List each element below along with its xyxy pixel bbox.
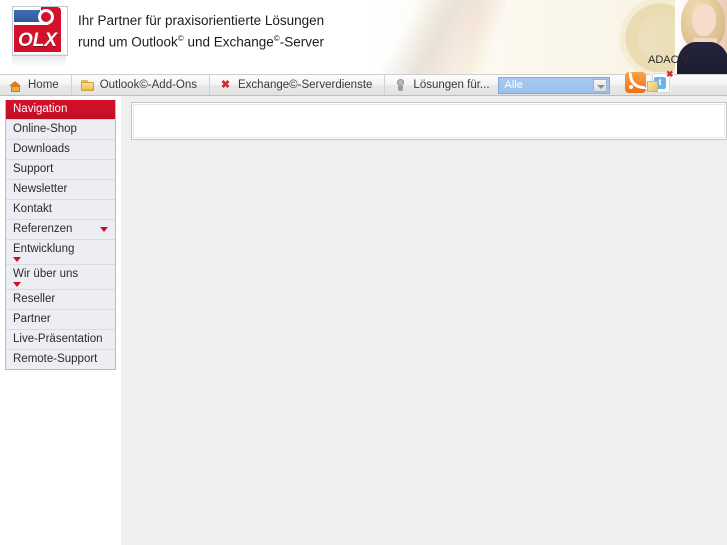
tab-outlook-addons[interactable]: Outlook©-Add-Ons	[72, 75, 211, 95]
share-cube-icon	[647, 81, 658, 92]
sidebar-item-label: Downloads	[13, 143, 70, 155]
site-header: OLX Ihr Partner für praxisorientierte Lö…	[0, 0, 727, 74]
filter-select-wrapper: Alle	[496, 75, 610, 95]
sidebar-item-label: Partner	[13, 313, 51, 325]
page-body: Navigation Online-Shop Downloads Support…	[0, 96, 727, 545]
tagline-line-1: Ihr Partner für praxisorientierte Lösung…	[78, 13, 325, 28]
sidebar-item-entwicklung[interactable]: Entwicklung	[6, 239, 115, 264]
chevron-down-icon[interactable]	[13, 282, 21, 287]
sidebar-item-label: Entwicklung	[13, 243, 75, 255]
sidebar-navigation: Navigation Online-Shop Downloads Support…	[5, 100, 116, 370]
sidebar-item-remote-support[interactable]: Remote-Support	[6, 349, 115, 369]
wrench-icon	[38, 9, 54, 25]
logo-blue-bar	[14, 10, 40, 22]
olx-logo[interactable]: OLX	[8, 4, 70, 67]
exchange-mark-icon: ✖	[666, 69, 674, 79]
sidebar-item-label: Newsletter	[13, 183, 68, 195]
filter-select[interactable]: Alle	[497, 76, 610, 94]
chevron-down-icon[interactable]	[592, 78, 607, 92]
filter-select-value: Alle	[504, 79, 523, 91]
tab-home[interactable]: Home	[0, 75, 72, 95]
twitter-icon[interactable]: t ✖	[647, 70, 674, 93]
sidebar-item-newsletter[interactable]: Newsletter	[6, 179, 115, 199]
tagline-line-2-a: rund um Outlook	[78, 34, 178, 50]
logo-wordmark: OLX	[17, 30, 58, 51]
tab-outlook-addons-label: Outlook©-Add-Ons	[99, 79, 198, 91]
sidebar-item-label: Support	[13, 163, 54, 175]
tagline-line-2: rund um Outlook© und Exchange©-Server	[78, 30, 438, 52]
home-icon	[9, 79, 22, 92]
tab-exchange-serverdienste[interactable]: Exchange©-Serverdienste	[210, 75, 386, 95]
folder-icon	[80, 79, 94, 92]
sidebar-item-online-shop[interactable]: Online-Shop	[6, 119, 115, 139]
logo-reflection	[12, 54, 66, 67]
social-links: t ✖	[625, 70, 674, 93]
chevron-down-icon[interactable]	[13, 257, 21, 262]
sidebar-item-wir-ueber-uns[interactable]: Wir über uns	[6, 264, 115, 289]
sidebar-item-label: Referenzen	[13, 223, 73, 235]
sidebar-item-reseller[interactable]: Reseller	[6, 289, 115, 309]
tab-exchange-serverdienste-label: Exchange©-Serverdienste	[238, 79, 373, 91]
rss-icon[interactable]	[625, 71, 647, 93]
header-tagline: Ihr Partner für praxisorientierte Lösung…	[78, 12, 438, 52]
sidebar-item-partner[interactable]: Partner	[6, 309, 115, 329]
sidebar-item-downloads[interactable]: Downloads	[6, 139, 115, 159]
sidebar-item-label: Online-Shop	[13, 123, 77, 135]
content-notice-box-inner	[133, 104, 725, 138]
main-content-column	[121, 96, 727, 545]
lightbulb-icon	[394, 78, 407, 92]
sidebar-item-kontakt[interactable]: Kontakt	[6, 199, 115, 219]
sidebar-item-label: Reseller	[13, 293, 56, 305]
sidebar-item-support[interactable]: Support	[6, 159, 115, 179]
sidebar-item-label: Remote-Support	[13, 353, 98, 365]
sidebar-item-label: Kontakt	[13, 203, 52, 215]
tab-home-label: Home	[28, 79, 59, 91]
primary-navigation-bar: Home Outlook©-Add-Ons Exchange©-Serverdi…	[0, 74, 727, 96]
sidebar-item-referenzen[interactable]: Referenzen	[6, 219, 115, 239]
chevron-down-icon[interactable]	[100, 227, 108, 232]
tab-loesungen-fuer[interactable]: Lösungen für...	[385, 75, 495, 95]
tagline-line-2-c: -Server	[279, 34, 324, 50]
sidebar-item-label: Live-Präsentation	[13, 333, 103, 345]
content-notice-box	[131, 102, 727, 140]
sidebar-title: Navigation	[6, 100, 115, 119]
sidebar-item-live-praesentation[interactable]: Live-Präsentation	[6, 329, 115, 349]
tab-loesungen-fuer-label: Lösungen für...	[413, 79, 490, 91]
tagline-line-2-b: und Exchange	[183, 34, 274, 50]
exchange-icon	[219, 79, 232, 92]
partner-label: ADAC V	[648, 54, 689, 66]
sidebar-item-label: Wir über uns	[13, 268, 79, 280]
